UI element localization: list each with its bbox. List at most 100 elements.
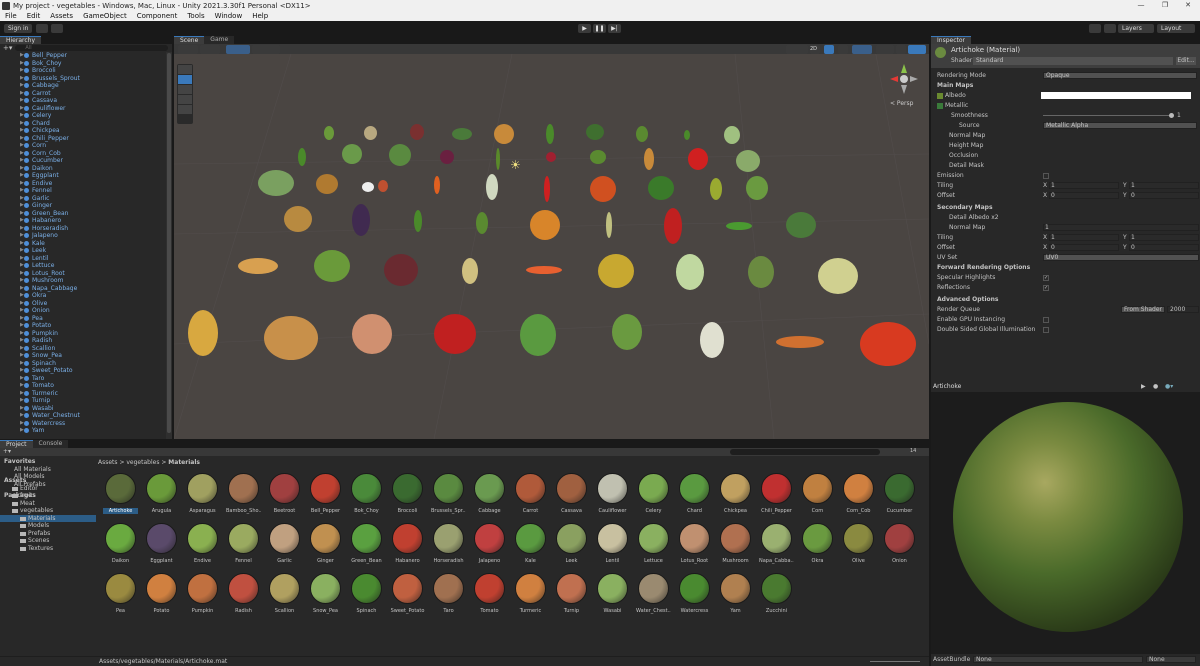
lighting-icon[interactable] [824,45,834,54]
material-asset[interactable]: Green_Bean [349,523,384,567]
vegetable-model[interactable] [324,126,334,140]
vegetable-model[interactable] [818,258,858,294]
double-sided-checkbox[interactable] [1043,327,1049,333]
material-asset[interactable]: Turmeric [513,573,548,617]
create-icon[interactable]: +▾ [3,448,11,455]
expand-arrow-icon[interactable]: ▶ [20,187,24,195]
material-asset[interactable]: Fennel [226,523,261,567]
tab-inspector[interactable]: Inspector [931,36,971,44]
hierarchy-item[interactable]: ▶Lotus_Root› [0,270,172,278]
project-search-input[interactable] [730,449,880,455]
expand-arrow-icon[interactable]: ▶ [20,150,24,158]
material-asset[interactable]: Jalapeno [472,523,507,567]
material-asset[interactable]: Beetroot [267,473,302,517]
expand-arrow-icon[interactable]: ▶ [20,285,24,293]
vegetable-model[interactable] [700,322,724,358]
tiling2-y-input[interactable]: 1 [1129,234,1199,241]
vegetable-model[interactable] [736,150,760,172]
folder-item[interactable]: Scenes [0,537,96,545]
vegetable-model[interactable] [414,210,422,232]
tab-console[interactable]: Console [32,440,69,448]
vegetable-model[interactable] [314,250,350,282]
global-dropdown[interactable] [226,45,250,54]
material-asset[interactable]: Snow_Pea [308,573,343,617]
vegetable-model[interactable] [342,144,362,164]
folder-item[interactable]: Meat [0,500,96,508]
hierarchy-item[interactable]: ▶Onion› [0,307,172,315]
vegetable-model[interactable] [298,148,306,166]
folder-item[interactable]: Textures [0,545,96,553]
scene-view[interactable]: < Persp ☀ [174,44,929,439]
expand-arrow-icon[interactable]: ▶ [20,120,24,128]
tiling-x-input[interactable]: 1 [1049,182,1119,189]
vegetable-model[interactable] [316,174,338,194]
collab-icon[interactable] [51,23,64,33]
vegetable-model[interactable] [264,316,318,360]
material-asset[interactable]: Napa_Cabba... [759,523,794,567]
expand-arrow-icon[interactable]: ▶ [20,232,24,240]
expand-arrow-icon[interactable]: ▶ [20,412,24,420]
vegetable-model[interactable] [188,310,218,356]
vegetable-model[interactable] [664,208,682,244]
expand-arrow-icon[interactable]: ▶ [20,255,24,263]
expand-arrow-icon[interactable]: ▶ [20,67,24,75]
vegetable-model[interactable] [520,314,556,356]
vegetable-model[interactable] [544,176,550,202]
hierarchy-item[interactable]: ▶Bok_Choy› [0,60,172,68]
material-asset[interactable]: Zucchini [759,573,794,617]
offset-x-input[interactable]: 0 [1049,192,1119,199]
hierarchy-item[interactable]: ▶Jalapeno› [0,232,172,240]
hierarchy-item[interactable]: ▶Chard› [0,120,172,128]
vegetable-model[interactable] [389,144,411,166]
expand-arrow-icon[interactable]: ▶ [20,240,24,248]
material-asset[interactable]: Onion [882,523,917,567]
material-asset[interactable]: Okra [800,523,835,567]
material-asset[interactable]: Watercress [677,573,712,617]
hierarchy-item[interactable]: ▶Tomato› [0,382,172,390]
hierarchy-item[interactable]: ▶Spinach› [0,360,172,368]
vegetable-model[interactable] [786,212,816,238]
normal-scale-input[interactable]: 1 [1043,224,1199,231]
material-asset[interactable]: Daikon [103,523,138,567]
rendering-mode-dropdown[interactable]: Opaque [1043,72,1197,79]
metallic-texture-icon[interactable] [937,103,943,109]
material-asset[interactable]: Leek [554,523,589,567]
expand-arrow-icon[interactable]: ▶ [20,270,24,278]
scale-tool-icon[interactable] [178,95,192,104]
hierarchy-item[interactable]: ▶Wasabi› [0,405,172,413]
expand-arrow-icon[interactable]: ▶ [20,382,24,390]
vegetable-model[interactable] [258,170,294,196]
search-icon[interactable] [1104,23,1116,33]
hierarchy-item[interactable]: ▶Taro› [0,375,172,383]
expand-arrow-icon[interactable]: ▶ [20,90,24,98]
hierarchy-item[interactable]: ▶Bell_Pepper› [0,52,172,60]
expand-arrow-icon[interactable]: ▶ [20,225,24,233]
material-asset[interactable]: Radish [226,573,261,617]
hierarchy-item[interactable]: ▶Leek› [0,247,172,255]
breadcrumb-item[interactable]: Assets [98,459,118,466]
hierarchy-item[interactable]: ▶Cucumber› [0,157,172,165]
vegetable-model[interactable] [606,212,612,238]
expand-arrow-icon[interactable]: ▶ [20,217,24,225]
hierarchy-item[interactable]: ▶Yam› [0,427,172,435]
smoothness-slider[interactable] [1043,115,1173,116]
expand-arrow-icon[interactable]: ▶ [20,172,24,180]
render-queue-input[interactable]: 2000 [1167,306,1199,313]
material-asset[interactable]: Eggplant [144,523,179,567]
vegetable-model[interactable] [452,128,472,140]
hierarchy-item[interactable]: ▶Lettuce› [0,262,172,270]
tab-hierarchy[interactable]: Hierarchy [0,36,42,44]
maximize-icon[interactable]: ❐ [1153,0,1177,11]
expand-arrow-icon[interactable]: ▶ [20,82,24,90]
hierarchy-item[interactable]: ▶Snow_Pea› [0,352,172,360]
hierarchy-item[interactable]: ▶Scallion› [0,345,172,353]
tab-scene[interactable]: Scene [174,36,205,44]
folder-item[interactable]: Prefabs [0,530,96,538]
vegetable-model[interactable] [598,254,634,288]
toggle-2d-button[interactable]: 2D [810,45,820,54]
vegetable-model[interactable] [362,182,374,192]
material-asset[interactable]: Artichoke [103,473,138,517]
hierarchy-item[interactable]: ▶Kale› [0,240,172,248]
material-asset[interactable]: Habanero [390,523,425,567]
breadcrumb-item[interactable]: Materials [168,459,200,466]
